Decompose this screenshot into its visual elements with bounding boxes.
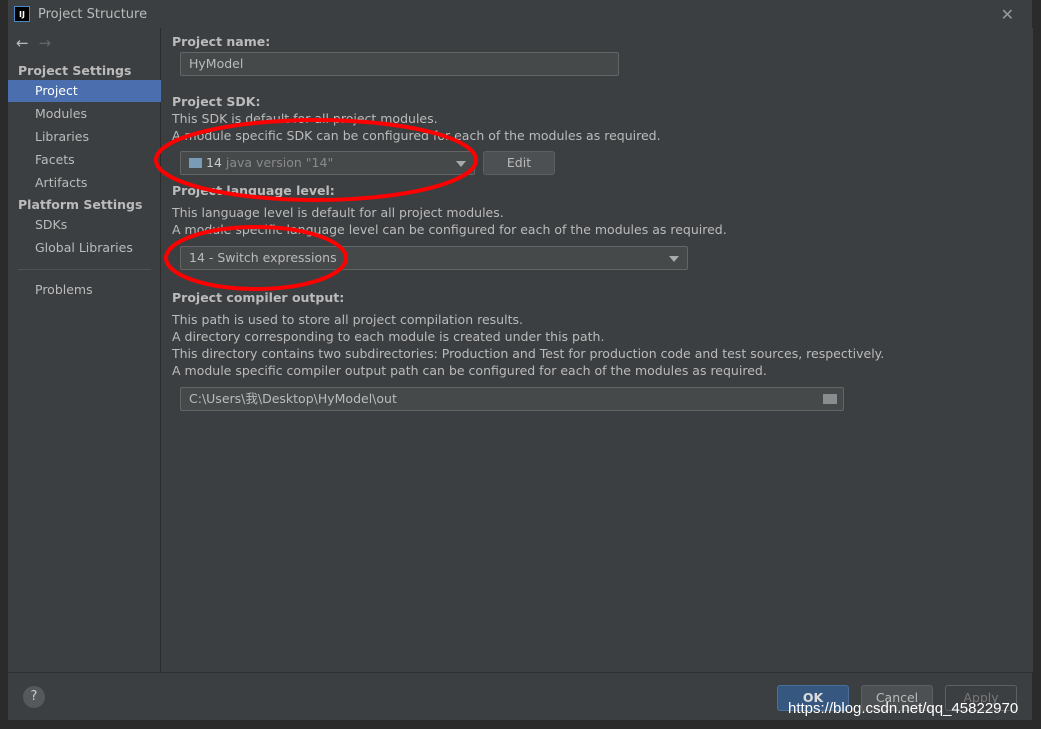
annotation-overlay bbox=[154, 118, 478, 291]
red-circle-language-level bbox=[164, 225, 348, 291]
red-circle-sdk bbox=[154, 118, 478, 202]
watermark: https://blog.csdn.net/qq_45822970 bbox=[788, 700, 1019, 717]
